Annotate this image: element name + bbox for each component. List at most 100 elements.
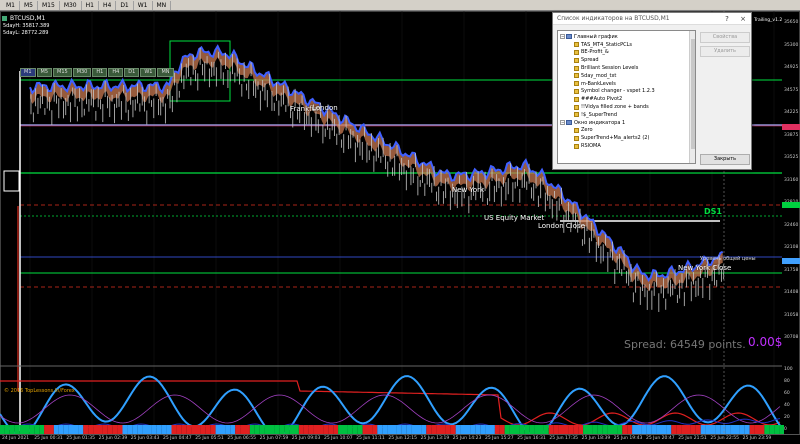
timeframe-button-mn[interactable]: MN — [153, 0, 172, 10]
tree-item[interactable]: SuperTrend+Ma_alerts2 (2) — [560, 134, 695, 142]
trend-strip-cell — [137, 425, 143, 434]
tree-folder[interactable]: − Окно индикатора 1 — [560, 119, 695, 127]
help-icon[interactable]: ? — [719, 15, 735, 23]
timeframe-button-h1[interactable]: H1 — [82, 0, 99, 10]
chart-tf-button-h1[interactable]: H1 — [92, 68, 108, 77]
timeframe-button-m5[interactable]: M5 — [20, 0, 38, 10]
trend-strip-cell — [431, 425, 437, 434]
box — [3, 170, 20, 192]
indicator-tree[interactable]: − Главный график TAS_MT4_StaticPCLs BE-Prof… — [557, 30, 696, 164]
trend-strip-cell — [176, 425, 182, 434]
chart-tf-button-mn[interactable]: MN — [157, 68, 174, 77]
close-button[interactable]: Закрыть — [700, 154, 750, 165]
timeframe-button-d1[interactable]: D1 — [116, 0, 134, 10]
timeframe-button-w1[interactable]: W1 — [134, 0, 153, 10]
timeframe-button-m30[interactable]: M30 — [60, 0, 82, 10]
trend-strip-cell — [695, 425, 701, 434]
chart-tf-button-d1[interactable]: D1 — [124, 68, 140, 77]
trend-strip-cell — [367, 425, 373, 434]
tree-label: Spread — [581, 57, 599, 64]
trend-strip-cell — [470, 425, 476, 434]
copyright-text: © 2016 TopLessons.In/Forex — [4, 388, 75, 394]
indicator-list-dialog: Список индикаторов на BTCUSD,M1 ? × − Гла… — [552, 12, 752, 170]
collapse-icon[interactable]: − — [560, 34, 565, 40]
trend-strip-cell — [127, 425, 133, 434]
timeframe-button-h4[interactable]: H4 — [99, 0, 117, 10]
trend-strip-cell — [29, 425, 35, 434]
close-icon[interactable]: × — [735, 15, 751, 23]
indicator-icon — [574, 81, 579, 87]
tree-item[interactable]: RSIOMA — [560, 142, 695, 150]
trend-strip-cell — [107, 425, 113, 434]
tree-item[interactable]: m-BankLevels — [560, 80, 695, 88]
trend-strip-cell — [759, 425, 765, 434]
trend-strip-cell — [323, 425, 329, 434]
price-tick: 35650 — [784, 20, 799, 25]
tree-item[interactable]: ###Auto Pivot2 — [560, 95, 695, 103]
trend-strip-cell — [19, 425, 25, 434]
trend-strip-cell — [646, 425, 652, 434]
chart-tf-button-m1[interactable]: M1 — [20, 68, 36, 77]
tree-item[interactable]: Brilliant Session Levels — [560, 64, 695, 72]
chart-tf-button-h4[interactable]: H4 — [108, 68, 124, 77]
trend-strip-cell — [166, 425, 172, 434]
scrollbar-thumb[interactable] — [691, 39, 695, 149]
timeframe-button-m1[interactable]: M1 — [2, 0, 20, 10]
trend-strip-cell — [112, 425, 118, 434]
dialog-title: Список индикаторов на BTCUSD,M1 — [557, 15, 670, 22]
tree-item[interactable]: !!Vidya filled zone + bands — [560, 103, 695, 111]
trend-strip-cell — [720, 425, 726, 434]
trend-strip-cell — [583, 425, 588, 434]
collapse-icon[interactable]: − — [560, 120, 565, 126]
chart-tf-button-m5[interactable]: M5 — [36, 68, 52, 77]
price-tick: 31758 — [784, 267, 799, 273]
time-tick: 25 Jun 11:11 — [356, 436, 385, 441]
trend-strip-cell — [519, 425, 525, 434]
properties-button[interactable]: Свойства — [700, 32, 750, 43]
indicator-icon — [574, 65, 579, 71]
trend-strip-cell — [352, 425, 358, 434]
trend-strip-cell — [9, 425, 15, 434]
chart-tf-button-w1[interactable]: W1 — [140, 68, 157, 77]
chart-tf-button-m30[interactable]: M30 — [72, 68, 92, 77]
chart-tf-button-m15[interactable]: M15 — [53, 68, 72, 77]
trend-strip-cell — [499, 425, 505, 434]
trend-strip-cell — [338, 425, 343, 434]
tree-scrollbar[interactable] — [689, 31, 695, 163]
trend-strip-cell — [769, 425, 775, 434]
tree-folder[interactable]: − Главный график — [560, 33, 695, 41]
spread-readout: Spread: 64549 points. — [624, 338, 746, 351]
trend-strip-cell — [514, 425, 520, 434]
tree-item[interactable]: Zero — [560, 127, 695, 135]
trend-strip-cell — [597, 425, 603, 434]
trend-strip-cell — [240, 425, 245, 434]
tree-item[interactable]: BE-Profit_& — [560, 49, 695, 57]
trend-strip-cell — [156, 425, 162, 434]
trend-strip-cell — [656, 425, 662, 434]
tree-item[interactable]: TAS_MT4_StaticPCLs — [560, 41, 695, 49]
trend-strip-cell — [245, 425, 250, 434]
price-scale[interactable]: 35650 35300 34925 34575 34225 33875 33525 33160… — [782, 20, 800, 360]
delete-button[interactable]: Удалить — [700, 46, 750, 57]
window-icon — [566, 34, 572, 40]
trend-strip-cell — [681, 425, 686, 434]
trend-strip-cell — [671, 425, 677, 434]
price-tick: 34575 — [784, 87, 799, 93]
trend-strip-cell — [200, 425, 206, 434]
five-day-high: 5dayH: 35817.389 — [3, 23, 50, 29]
timeframe-button-m15[interactable]: M15 — [38, 0, 60, 10]
tree-item[interactable]: Spread — [560, 56, 695, 64]
trend-strip-cell — [382, 425, 388, 434]
tree-label: BE-Profit_& — [581, 49, 609, 56]
trend-strip-cell — [529, 425, 535, 434]
tree-item[interactable]: 5day_mod_txt — [560, 72, 695, 80]
trend-strip-cell — [504, 425, 510, 434]
tree-item[interactable]: Symbol changer - vspet 1.2.3 — [560, 88, 695, 96]
trend-strip-cell — [343, 425, 348, 434]
indicator-red-line — [0, 380, 781, 426]
trend-strip-cell — [730, 425, 735, 434]
dialog-titlebar[interactable]: Список индикаторов на BTCUSD,M1 ? × — [553, 13, 751, 25]
time-tick: 25 Jun 12:15 — [388, 436, 417, 441]
time-tick: 25 Jun 00:31 — [34, 436, 63, 441]
tree-item[interactable]: !$_SuperTrend — [560, 111, 695, 119]
